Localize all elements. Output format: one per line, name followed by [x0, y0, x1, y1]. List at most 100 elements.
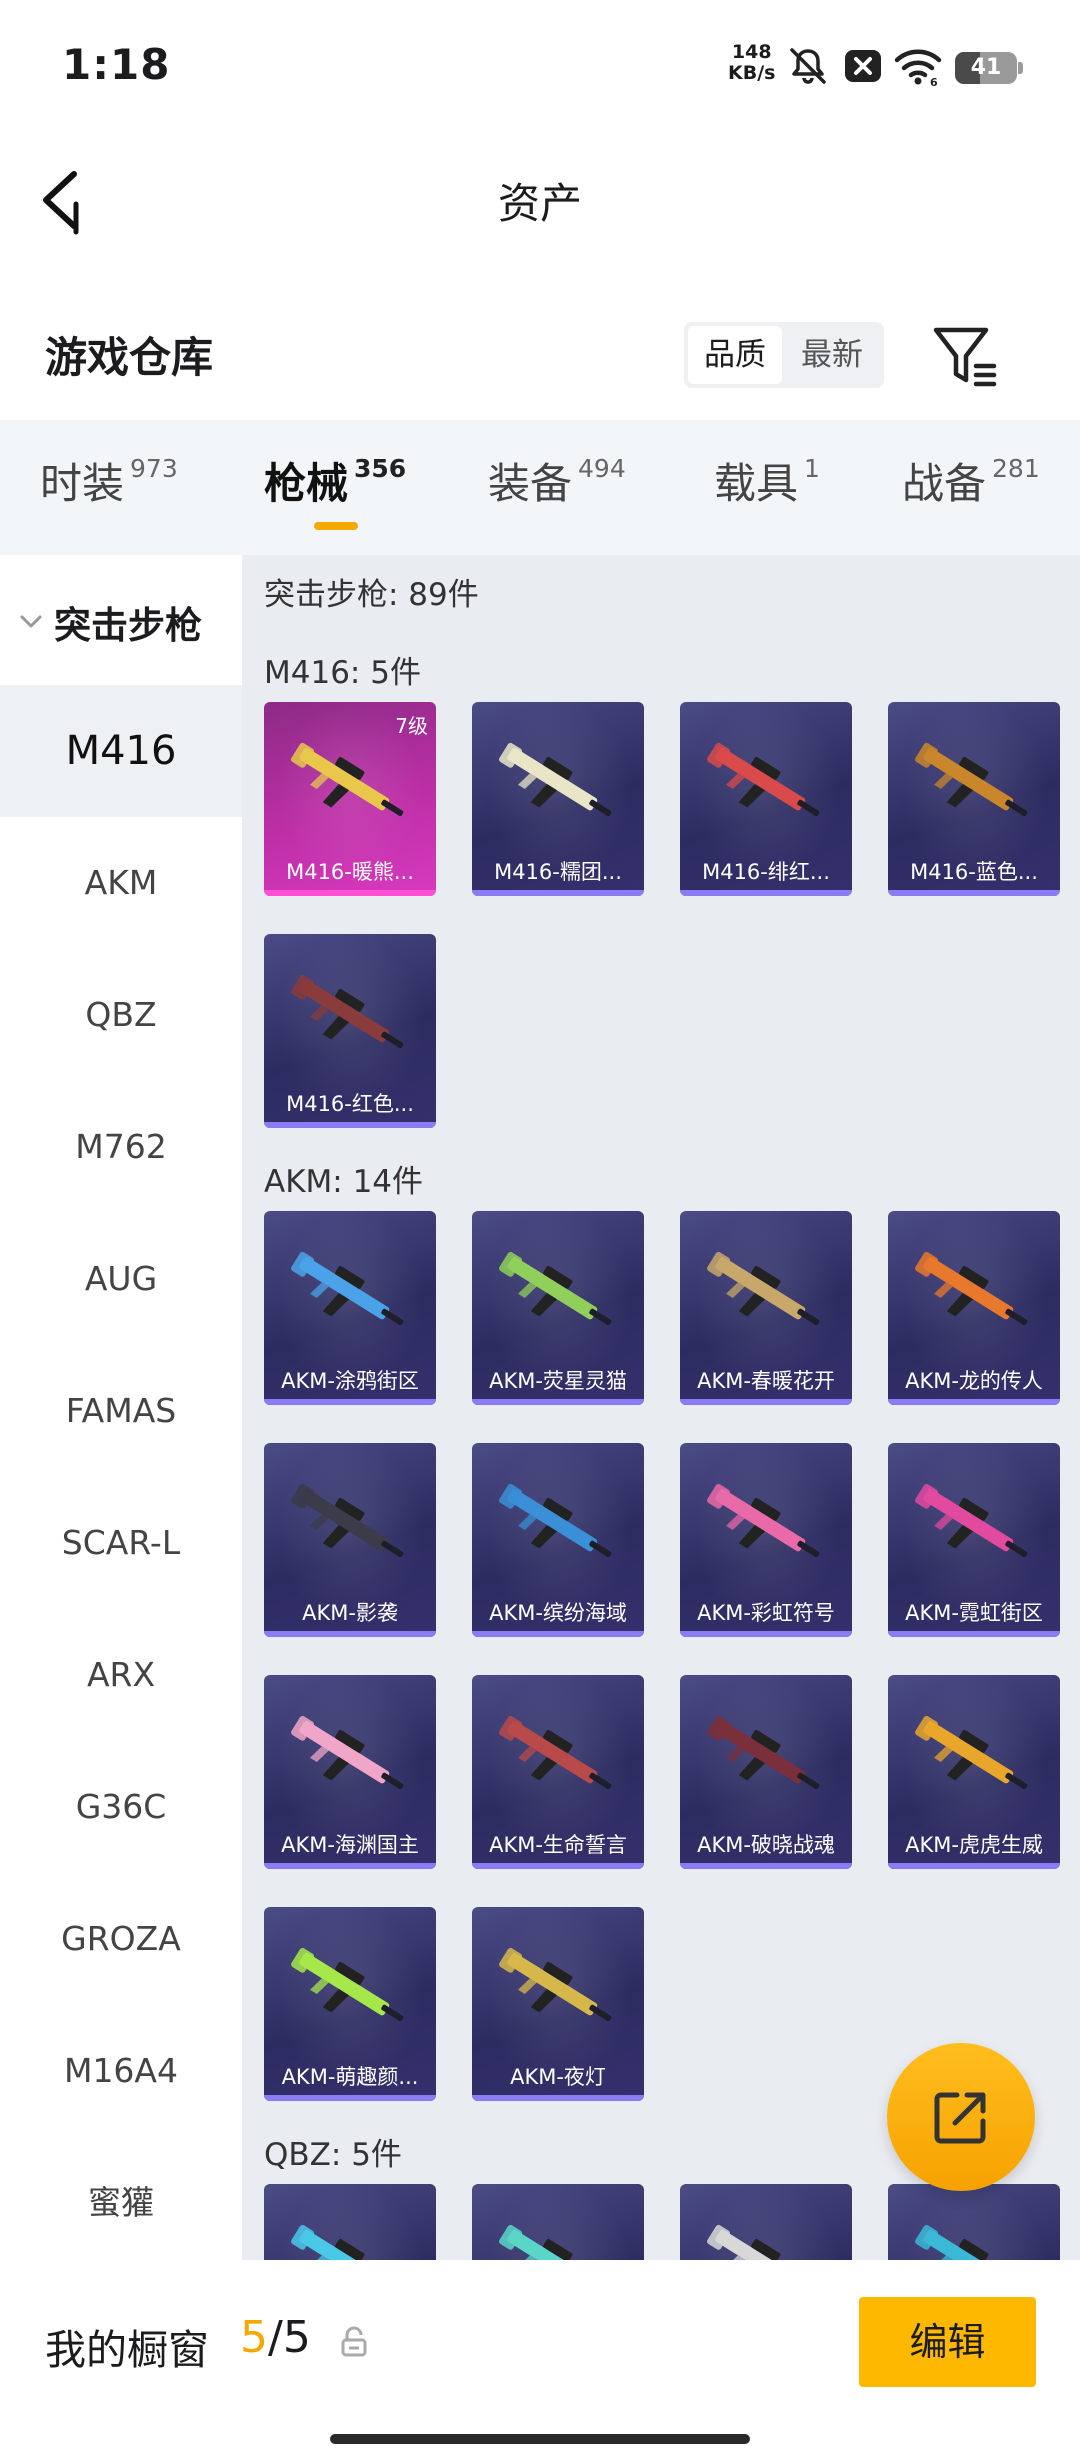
rarity-bar [264, 890, 436, 896]
weapon-skin-card[interactable]: M416-红色... [264, 934, 436, 1128]
sidebar-item-m762[interactable]: M762 [0, 1081, 242, 1213]
group-title: M416: 5件 [264, 655, 421, 691]
edit-button[interactable]: 编辑 [859, 2297, 1036, 2387]
rifle-icon [707, 2224, 806, 2260]
weapon-skin-card[interactable]: AKM-虎虎生威 [888, 1675, 1060, 1869]
share-export-icon [934, 2092, 986, 2144]
weapon-skin-card[interactable]: M416-蓝色... [888, 702, 1060, 896]
weapon-skin-card[interactable] [888, 2184, 1060, 2260]
nav-header: 资产 [0, 140, 1080, 260]
rifle-icon [499, 2224, 598, 2260]
weapon-skin-card[interactable]: 7级 M416-暖熊... [264, 702, 436, 896]
weapon-skin-card[interactable]: AKM-霓虹街区 [888, 1443, 1060, 1637]
sidebar-item-aug[interactable]: AUG [0, 1213, 242, 1345]
rifle-icon [291, 1483, 404, 1558]
status-bar: 1:18 148 KB/s 6 41 [0, 0, 1080, 130]
showcase-count: 5/5 [240, 2312, 311, 2363]
rarity-bar [264, 2095, 436, 2101]
sidebar-item-scar-l[interactable]: SCAR-L [0, 1477, 242, 1609]
weapon-skin-card[interactable]: AKM-龙的传人 [888, 1211, 1060, 1405]
rarity-bar [888, 1399, 1060, 1405]
sidebar-item-arx[interactable]: ARX [0, 1609, 242, 1741]
weapon-skin-card[interactable]: AKM-夜灯 [472, 1907, 644, 2101]
rarity-bar [888, 890, 1060, 896]
home-indicator [330, 2434, 750, 2444]
group-title: QBZ: 5件 [264, 2137, 402, 2173]
battery-icon: 41 [955, 52, 1023, 84]
tab-label: 载具 [714, 459, 799, 508]
tab-count: 973 [130, 454, 178, 483]
rarity-bar [472, 1399, 644, 1405]
weapon-skin-card[interactable] [472, 2184, 644, 2260]
weapon-skin-card[interactable]: AKM-缤纷海域 [472, 1443, 644, 1637]
showcase-total: 5 [282, 2312, 311, 2363]
weapon-skin-card[interactable]: M416-糯团... [472, 702, 644, 896]
tab-vehicles[interactable]: 载具 1 [714, 450, 820, 511]
tab-count: 494 [578, 454, 626, 483]
active-tab-indicator [314, 522, 358, 530]
tab-supplies[interactable]: 战备 281 [902, 450, 1040, 511]
rarity-bar [888, 1631, 1060, 1637]
share-button[interactable] [887, 2043, 1035, 2191]
category-summary: 突击步枪: 89件 [264, 577, 479, 613]
card-label: AKM-荧星灵猫 [489, 1369, 627, 1393]
lock-icon [341, 2326, 367, 2357]
weapon-skin-card[interactable] [264, 2184, 436, 2260]
card-label: M416-蓝色... [910, 860, 1038, 884]
rarity-bar [264, 1631, 436, 1637]
sort-quality-button[interactable]: 品质 [688, 326, 782, 384]
card-label: AKM-海渊国主 [281, 1833, 419, 1857]
notification-x-icon [845, 50, 881, 82]
weapon-sidebar: 突击步枪 M416 AKM QBZ M762 AUG FAMAS SCAR-L ARX G36C… [0, 555, 242, 2260]
tab-fashion[interactable]: 时装 973 [40, 450, 178, 511]
rifle-icon [915, 742, 1028, 817]
sidebar-item-蜜獾[interactable]: 蜜獾 [0, 2137, 242, 2260]
sort-latest-button[interactable]: 最新 [784, 326, 880, 384]
tab-count: 281 [992, 454, 1040, 483]
weapon-skin-card[interactable]: AKM-海渊国主 [264, 1675, 436, 1869]
chevron-down-icon [20, 615, 42, 628]
sidebar-item-g36c[interactable]: G36C [0, 1741, 242, 1873]
rarity-bar [472, 1631, 644, 1637]
network-speed-value: 148 [731, 41, 772, 63]
card-label: AKM-虎虎生威 [905, 1833, 1043, 1857]
card-label: AKM-夜灯 [510, 2065, 606, 2089]
sidebar-item-groza[interactable]: GROZA [0, 1873, 242, 2005]
sidebar-category[interactable]: 突击步枪 [0, 555, 242, 685]
filter-icon[interactable] [930, 322, 1000, 392]
category-tabs: 时装 973 枪械 356 装备 494 载具 1 战备 281 [0, 420, 1080, 555]
card-label: AKM-涂鸦街区 [281, 1369, 419, 1393]
weapon-skin-card[interactable]: AKM-荧星灵猫 [472, 1211, 644, 1405]
section-title: 游戏仓库 [45, 333, 214, 382]
card-label: M416-绯红... [702, 860, 830, 884]
weapon-skin-card[interactable]: AKM-影袭 [264, 1443, 436, 1637]
section-header: 游戏仓库 品质 最新 [0, 300, 1080, 420]
weapon-grid-panel: 突击步枪: 89件 M416: 5件 7级 M416-暖熊... M416-糯团...… [242, 555, 1080, 2260]
showcase-bar: 我的橱窗 5/5 编辑 [0, 2260, 1080, 2460]
weapon-skin-card[interactable]: M416-绯红... [680, 702, 852, 896]
sidebar-item-famas[interactable]: FAMAS [0, 1345, 242, 1477]
tab-weapons[interactable]: 枪械 356 [264, 450, 406, 511]
sidebar-item-qbz[interactable]: QBZ [0, 949, 242, 1081]
weapon-skin-card[interactable]: AKM-春暖花开 [680, 1211, 852, 1405]
sidebar-item-m16a4[interactable]: M16A4 [0, 2005, 242, 2137]
rarity-bar [680, 890, 852, 896]
weapon-skin-card[interactable]: AKM-破晓战魂 [680, 1675, 852, 1869]
tab-equipment[interactable]: 装备 494 [488, 450, 626, 511]
assets-screen: 1:18 148 KB/s 6 41 资产 游戏仓库 品质 最新 时装 973 … [0, 0, 1080, 2460]
rarity-bar [680, 1863, 852, 1869]
showcase-label: 我的橱窗 [45, 2326, 209, 2374]
weapon-skin-card[interactable]: AKM-彩虹符号 [680, 1443, 852, 1637]
weapon-skin-card[interactable]: AKM-生命誓言 [472, 1675, 644, 1869]
weapon-skin-card[interactable]: AKM-涂鸦街区 [264, 1211, 436, 1405]
rifle-icon [499, 1251, 612, 1326]
weapon-skin-card[interactable] [680, 2184, 852, 2260]
rifle-icon [291, 1715, 404, 1790]
weapon-skin-card[interactable]: AKM-萌趣颜... [264, 1907, 436, 2101]
card-label: M416-糯团... [494, 860, 622, 884]
rarity-bar [680, 1399, 852, 1405]
rifle-icon [707, 1251, 820, 1326]
sidebar-item-akm[interactable]: AKM [0, 817, 242, 949]
sidebar-item-m416[interactable]: M416 [0, 685, 242, 817]
page-title: 资产 [497, 179, 582, 228]
